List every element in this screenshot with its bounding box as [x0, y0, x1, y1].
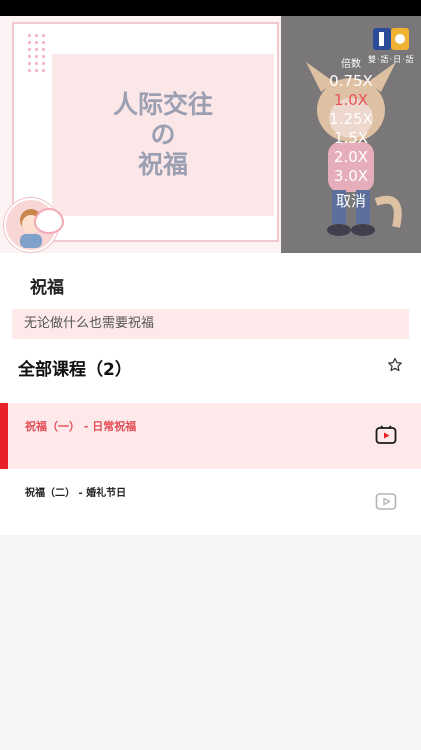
course-subtitle: 无论做什么也需要祝福	[12, 309, 409, 339]
slide-title-line2: の	[150, 120, 176, 149]
active-indicator	[0, 403, 8, 469]
speech-bubble	[34, 208, 64, 234]
video-player[interactable]: 人际交往 の 祝福 雙·語·日·語 倍数 0.75X 1.0X 1.25X 1.…	[0, 16, 421, 253]
play-video-icon[interactable]	[375, 425, 397, 445]
status-bar	[0, 0, 421, 16]
lesson-label: 祝福（一） - 日常祝福	[25, 420, 137, 433]
slide-title-line1: 人际交往	[112, 90, 213, 119]
speed-option-1-0x[interactable]: 1.0X	[318, 91, 384, 110]
course-title: 祝福	[30, 278, 64, 298]
star-icon[interactable]	[387, 357, 403, 373]
speed-menu: 倍数 0.75X 1.0X 1.25X 1.5X 2.0X 3.0X 取消	[318, 58, 384, 211]
lesson-label: 祝福（二） - 婚礼节日	[25, 488, 127, 499]
speed-option-0-75x[interactable]: 0.75X	[318, 72, 384, 91]
lesson-item-1[interactable]: 祝福（一） - 日常祝福	[0, 403, 421, 469]
speed-option-3-0x[interactable]: 3.0X	[318, 167, 384, 186]
speed-option-1-5x[interactable]: 1.5X	[318, 129, 384, 148]
speed-option-1-25x[interactable]: 1.25X	[318, 110, 384, 129]
course-content: 祝福 无论做什么也需要祝福 全部课程（2） 祝福（一） - 日常祝福 祝福（二）…	[0, 253, 421, 535]
speed-option-2-0x[interactable]: 2.0X	[318, 148, 384, 167]
section-title: 全部课程（2）	[18, 360, 132, 380]
brand-logo	[373, 28, 409, 50]
play-video-icon[interactable]	[375, 491, 397, 511]
decorative-dots	[26, 32, 48, 72]
lesson-item-2[interactable]: 祝福（二） - 婚礼节日	[0, 471, 421, 531]
speed-cancel-button[interactable]: 取消	[318, 190, 384, 211]
slide-title: 人际交往 の 祝福	[52, 90, 274, 180]
speed-menu-caption: 倍数	[341, 59, 361, 70]
slide-title-line3: 祝福	[137, 150, 188, 179]
